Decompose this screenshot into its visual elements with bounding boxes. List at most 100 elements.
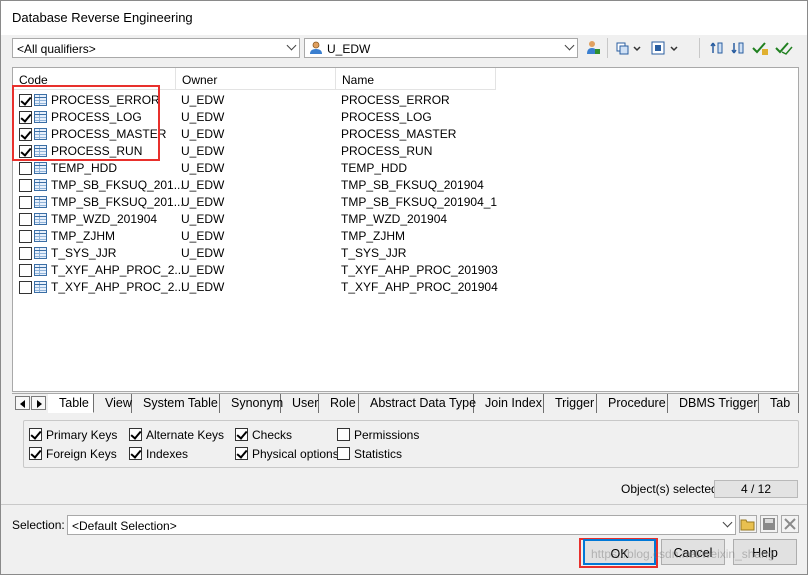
- row-code: TMP_WZD_201904: [51, 212, 158, 226]
- filter-icon[interactable]: [649, 38, 681, 58]
- row-code: T_XYF_AHP_PROC_2...: [51, 263, 185, 277]
- qualifier-value: <All qualifiers>: [17, 42, 96, 56]
- table-icon: [34, 264, 47, 276]
- owner-combo[interactable]: U_EDW: [304, 38, 578, 58]
- tab-trigger[interactable]: Trigger: [544, 394, 597, 413]
- table-row[interactable]: TMP_WZD_201904 U_EDW TMP_WZD_201904: [13, 211, 798, 228]
- row-name: TMP_WZD_201904: [341, 212, 448, 226]
- column-header-name[interactable]: Name: [336, 68, 496, 90]
- table-row[interactable]: T_XYF_AHP_PROC_2... U_EDW T_XYF_AHP_PROC_2…: [13, 262, 798, 279]
- row-code: PROCESS_RUN: [51, 144, 143, 158]
- tab-procedure[interactable]: Procedure: [597, 394, 668, 413]
- row-name: PROCESS_MASTER: [341, 127, 457, 141]
- option-checkbox[interactable]: [337, 447, 350, 460]
- help-button[interactable]: Help: [733, 539, 797, 565]
- row-code: T_SYS_JJR: [51, 246, 117, 260]
- option-checkbox[interactable]: [129, 447, 142, 460]
- option-checkbox[interactable]: [235, 447, 248, 460]
- objects-selected-count: 4 / 12: [714, 480, 798, 498]
- move-down-icon[interactable]: [728, 38, 748, 58]
- row-name: T_XYF_AHP_PROC_201903: [341, 263, 498, 277]
- move-up-icon[interactable]: [707, 38, 727, 58]
- table-row[interactable]: T_XYF_AHP_PROC_2... U_EDW T_XYF_AHP_PROC_2…: [13, 279, 798, 296]
- delete-selection-icon[interactable]: [781, 515, 799, 533]
- save-selection-icon[interactable]: [760, 515, 778, 533]
- row-checkbox[interactable]: [19, 111, 32, 124]
- table-row[interactable]: T_SYS_JJR U_EDW T_SYS_JJR: [13, 245, 798, 262]
- check-selected-icon[interactable]: [750, 38, 770, 58]
- table-icon: [34, 247, 47, 259]
- option-checkbox[interactable]: [337, 428, 350, 441]
- row-checkbox[interactable]: [19, 281, 32, 294]
- tab-tab[interactable]: Tab: [759, 394, 799, 413]
- table-row[interactable]: PROCESS_LOG U_EDW PROCESS_LOG: [13, 109, 798, 126]
- tab-role[interactable]: Role: [319, 394, 359, 413]
- tab-system-table[interactable]: System Table: [132, 394, 220, 413]
- row-owner: U_EDW: [181, 280, 225, 294]
- divider: [1, 504, 807, 505]
- row-owner: U_EDW: [181, 212, 225, 226]
- chevron-down-icon[interactable]: [283, 39, 299, 57]
- row-checkbox[interactable]: [19, 128, 32, 141]
- row-owner: U_EDW: [181, 195, 225, 209]
- scroll-left-button[interactable]: [15, 396, 30, 410]
- chevron-down-icon[interactable]: [719, 516, 735, 534]
- tab-abstract-data-type[interactable]: Abstract Data Type: [359, 394, 476, 413]
- scroll-right-button[interactable]: [31, 396, 46, 410]
- table-row[interactable]: TMP_SB_FKSUQ_201... U_EDW TMP_SB_FKSUQ_201…: [13, 194, 798, 211]
- table-row[interactable]: TMP_SB_FKSUQ_201... U_EDW TMP_SB_FKSUQ_201…: [13, 177, 798, 194]
- ok-button[interactable]: OK: [583, 539, 656, 565]
- tab-join-index[interactable]: Join Index: [474, 394, 544, 413]
- title-bar[interactable]: Database Reverse Engineering: [1, 1, 807, 35]
- column-header-code[interactable]: Code: [13, 68, 176, 90]
- table-row[interactable]: PROCESS_RUN U_EDW PROCESS_RUN: [13, 143, 798, 160]
- tab-view[interactable]: View: [94, 394, 132, 413]
- tab-table[interactable]: Table: [48, 394, 94, 413]
- qualifier-combo[interactable]: <All qualifiers>: [12, 38, 300, 58]
- option-label: Physical options: [252, 447, 339, 461]
- table-row[interactable]: PROCESS_ERROR U_EDW PROCESS_ERROR: [13, 92, 798, 109]
- row-owner: U_EDW: [181, 263, 225, 277]
- selection-label: Selection:: [12, 518, 65, 532]
- option-label: Foreign Keys: [46, 447, 117, 461]
- table-icon: [34, 281, 47, 293]
- row-code: TMP_ZJHM: [51, 229, 115, 243]
- row-checkbox[interactable]: [19, 179, 32, 192]
- row-checkbox[interactable]: [19, 94, 32, 107]
- row-checkbox[interactable]: [19, 230, 32, 243]
- row-owner: U_EDW: [181, 178, 225, 192]
- table-icon: [34, 196, 47, 208]
- row-checkbox[interactable]: [19, 196, 32, 209]
- option-checkbox[interactable]: [129, 428, 142, 441]
- option-label: Statistics: [354, 447, 403, 461]
- table-row[interactable]: TEMP_HDD U_EDW TEMP_HDD: [13, 160, 798, 177]
- cancel-button[interactable]: Cancel: [661, 539, 725, 565]
- selection-combo[interactable]: <Default Selection>: [67, 515, 736, 535]
- row-checkbox[interactable]: [19, 247, 32, 260]
- column-header-owner[interactable]: Owner: [176, 68, 336, 90]
- table-icon: [34, 111, 47, 123]
- option-label: Checks: [252, 428, 293, 442]
- row-checkbox[interactable]: [19, 213, 32, 226]
- option-checkbox[interactable]: [235, 428, 248, 441]
- row-checkbox[interactable]: [19, 145, 32, 158]
- row-checkbox[interactable]: [19, 162, 32, 175]
- option-checkbox[interactable]: [29, 447, 42, 460]
- tab-dbms-trigger[interactable]: DBMS Trigger: [668, 394, 759, 413]
- table-row[interactable]: PROCESS_MASTER U_EDW PROCESS_MASTER: [13, 126, 798, 143]
- chevron-down-icon[interactable]: [561, 39, 577, 57]
- tab-synonym[interactable]: Synonym: [220, 394, 283, 413]
- select-user-icon[interactable]: [583, 38, 603, 58]
- row-checkbox[interactable]: [19, 264, 32, 277]
- table-icon: [34, 145, 47, 157]
- objects-list[interactable]: Code Owner Name PROCESS_ERROR U_EDW PROCES…: [12, 67, 799, 392]
- table-icon: [34, 230, 47, 242]
- row-code: TEMP_HDD: [51, 161, 118, 175]
- tab-user[interactable]: User: [281, 394, 319, 413]
- select-all-icon[interactable]: [614, 38, 644, 58]
- table-row[interactable]: TMP_ZJHM U_EDW TMP_ZJHM: [13, 228, 798, 245]
- option-checkbox[interactable]: [29, 428, 42, 441]
- object-type-tabs: Table View System Table Synonym User Role Abst…: [12, 393, 799, 413]
- open-folder-icon[interactable]: [739, 515, 757, 533]
- check-all-icon[interactable]: [773, 38, 795, 58]
